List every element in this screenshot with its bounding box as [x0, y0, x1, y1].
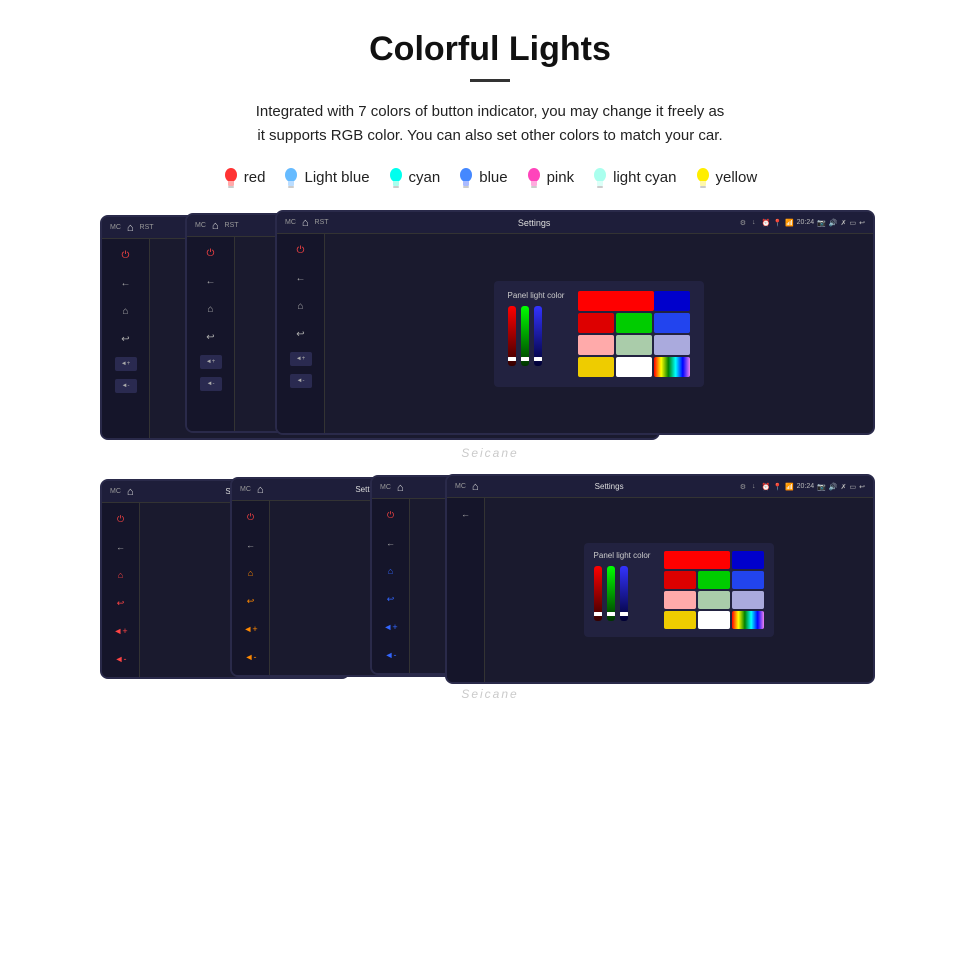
- color-label-yellow: yellow: [716, 169, 758, 186]
- panel-light-color-label: Panel light color: [508, 291, 565, 300]
- header-time: 20:24: [797, 219, 815, 226]
- yellow-bulb-icon: [695, 166, 711, 188]
- settings-header-title: Settings: [335, 218, 734, 228]
- color-label-red: red: [244, 169, 266, 186]
- color-label-lightblue: Light blue: [304, 169, 369, 186]
- color-item-blue: blue: [458, 166, 507, 188]
- color-item-yellow: yellow: [695, 166, 758, 188]
- screen-card-3: MC ⌂ RST Settings ⚙ ↓ ⏰📍📶 20:24 📷🔊✗▭↩ ⏻ …: [275, 210, 875, 435]
- cyan-bulb-icon: [388, 166, 404, 188]
- color-label-lightcyan: light cyan: [613, 169, 676, 186]
- settings-panel-bottom: Panel light color: [584, 543, 775, 637]
- page-container: Colorful Lights Integrated with 7 colors…: [0, 0, 980, 719]
- watermark-top: Seicane: [461, 446, 518, 460]
- color-label-blue: blue: [479, 169, 507, 186]
- red-bulb-icon: [223, 166, 239, 188]
- lightcyan-bulb-icon: [592, 166, 608, 188]
- color-item-cyan: cyan: [388, 166, 441, 188]
- lightblue-bulb-icon: [283, 166, 299, 188]
- color-grid-top: [578, 291, 690, 377]
- color-options-row: red Light blue cyan blue: [40, 166, 940, 188]
- page-title: Colorful Lights: [40, 30, 940, 69]
- color-grid-bottom: [664, 551, 764, 629]
- color-label-pink: pink: [547, 169, 575, 186]
- bot-screen-card-4: MC ⌂ Settings ⚙ ↓ ⏰📍📶 20:24 📷🔊✗▭↩ ←: [445, 474, 875, 684]
- home-icon-1: ⌂: [127, 222, 134, 234]
- title-divider: [470, 79, 510, 82]
- color-label-cyan: cyan: [409, 169, 441, 186]
- top-screen-group: MC ⌂ RST ⏻ ← ⌂ ↩ ◄+ ◄- MC ⌂ R: [100, 210, 880, 458]
- color-item-lightblue: Light blue: [283, 166, 369, 188]
- settings-panel: Panel light color: [494, 281, 705, 387]
- color-item-pink: pink: [526, 166, 575, 188]
- page-description: Integrated with 7 colors of button indic…: [40, 100, 940, 148]
- color-item-red: red: [223, 166, 266, 188]
- blue-bulb-icon: [458, 166, 474, 188]
- bottom-screen-group: MC ⌂ Settings ⏻ ← ⌂ ↩ ◄+ ◄- MC ⌂: [100, 474, 880, 699]
- pink-bulb-icon: [526, 166, 542, 188]
- color-item-lightcyan: light cyan: [592, 166, 676, 188]
- watermark-bottom: Seicane: [461, 687, 518, 701]
- color-sliders: [508, 306, 565, 366]
